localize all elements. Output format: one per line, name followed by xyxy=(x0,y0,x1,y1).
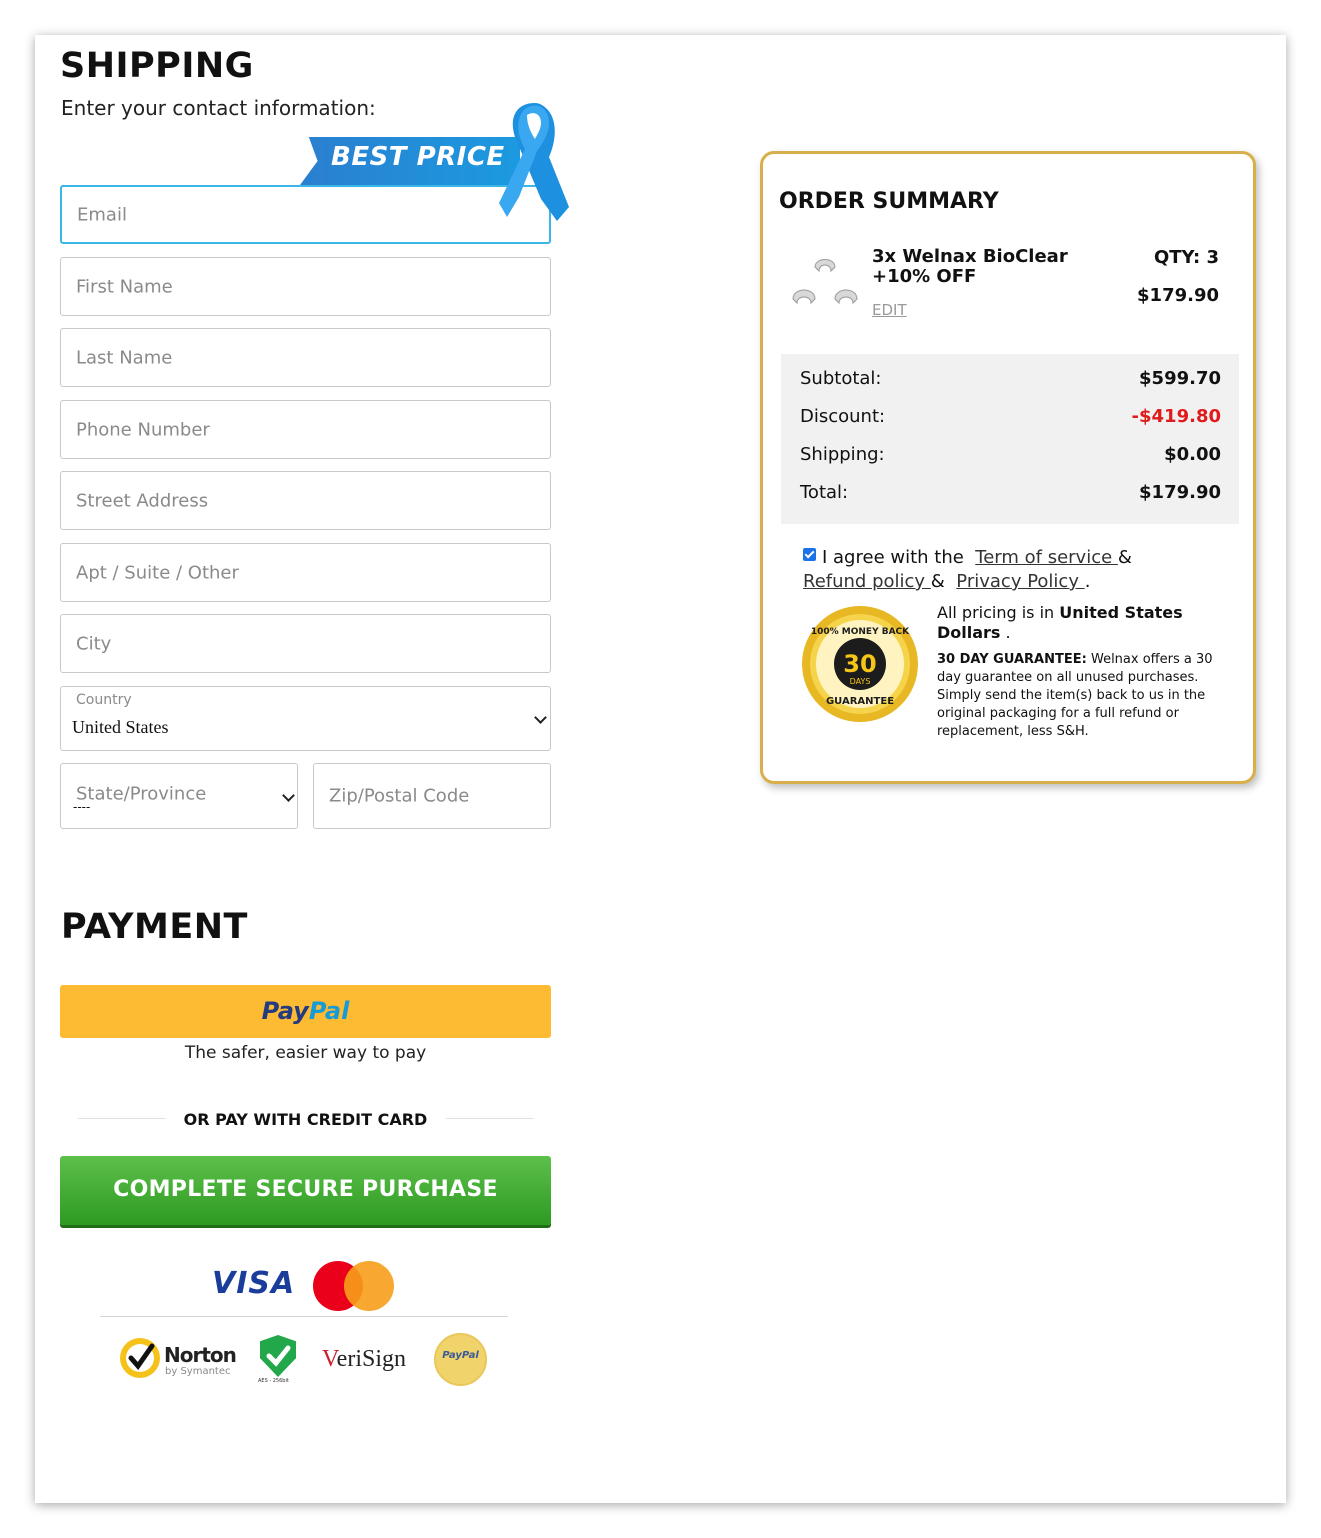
first-name-placeholder: First Name xyxy=(76,276,173,297)
country-label: Country xyxy=(76,692,132,708)
city-placeholder: City xyxy=(76,633,112,654)
zip-placeholder: Zip/Postal Code xyxy=(329,785,470,807)
apt-suite-placeholder: Apt / Suite / Other xyxy=(76,562,239,583)
last-name-field[interactable]: Last Name xyxy=(60,328,551,387)
mastercard-icon xyxy=(344,1261,394,1311)
discount-value: -$419.80 xyxy=(1131,406,1221,427)
phone-field[interactable]: Phone Number xyxy=(60,400,551,459)
credit-card-divider: OR PAY WITH CREDIT CARD xyxy=(183,1110,428,1129)
norton-sub: by Symantec xyxy=(165,1366,231,1377)
total-value: $179.90 xyxy=(1139,482,1221,503)
first-name-field[interactable]: First Name xyxy=(60,257,551,316)
terms-agreement: I agree with the Term of service & Refun… xyxy=(803,547,1132,592)
subtotal-value: $599.70 xyxy=(1139,368,1221,389)
verisign-logo: VeriSign xyxy=(322,1346,406,1372)
shield-caption: AES - 256bit xyxy=(258,1378,289,1384)
subtotal-label: Subtotal: xyxy=(800,368,882,389)
city-field[interactable]: City xyxy=(60,614,551,673)
logos-divider xyxy=(100,1316,508,1317)
money-back-guarantee-seal: 30 DAYS 100% MONEY BACK GUARANTEE xyxy=(802,606,918,722)
order-summary-title: ORDER SUMMARY xyxy=(779,189,999,214)
email-placeholder: Email xyxy=(77,204,127,225)
country-value: United States xyxy=(72,717,169,737)
norton-logo: Norton xyxy=(164,1343,237,1367)
paypal-tagline: The safer, easier way to pay xyxy=(184,1043,427,1063)
awareness-ribbon-icon xyxy=(499,103,569,221)
phone-placeholder: Phone Number xyxy=(76,419,210,440)
svg-text:100% MONEY BACK: 100% MONEY BACK xyxy=(811,627,910,637)
product-name: 3x Welnax BioClear +10% OFF xyxy=(872,246,1068,287)
order-summary-panel: ORDER SUMMARY 3x Welnax BioClear +10% OF… xyxy=(760,151,1256,784)
shipping-subtitle: Enter your contact information: xyxy=(61,96,376,120)
terms-link[interactable]: Term of service xyxy=(975,547,1118,568)
state-placeholder: State/Province xyxy=(76,783,207,805)
refund-policy-link[interactable]: Refund policy xyxy=(803,571,931,592)
product-price: $179.90 xyxy=(1137,285,1219,306)
svg-text:30: 30 xyxy=(843,650,876,678)
payment-title: PAYMENT xyxy=(61,907,248,947)
shipping-value: $0.00 xyxy=(1164,444,1221,465)
privacy-policy-link[interactable]: Privacy Policy xyxy=(956,571,1084,592)
product-qty: QTY: 3 xyxy=(1153,247,1219,268)
total-label: Total: xyxy=(800,482,849,503)
guarantee-note: 30 DAY GUARANTEE: Welnax offers a 30 day… xyxy=(937,652,1213,739)
best-price-label: BEST PRICE xyxy=(331,142,505,172)
pricing-note: All pricing is in United States Dollars … xyxy=(937,603,1183,642)
last-name-placeholder: Last Name xyxy=(76,347,173,368)
complete-purchase-label: COMPLETE SECURE PURCHASE xyxy=(113,1177,498,1202)
visa-logo: VISA xyxy=(212,1266,296,1301)
discount-label: Discount: xyxy=(800,406,886,427)
chevron-down-icon xyxy=(282,789,295,802)
edit-link[interactable]: EDIT xyxy=(872,301,907,319)
apt-suite-field[interactable]: Apt / Suite / Other xyxy=(60,543,551,602)
paypal-logo: PayPal xyxy=(261,997,350,1025)
email-field[interactable]: Email xyxy=(60,185,551,244)
svg-text:GUARANTEE: GUARANTEE xyxy=(826,696,894,707)
svg-text:DAYS: DAYS xyxy=(850,677,871,686)
shipping-label: Shipping: xyxy=(800,444,885,465)
street-address-placeholder: Street Address xyxy=(76,490,209,511)
totals-box: Subtotal: $599.70 Discount: -$419.80 Shi… xyxy=(781,354,1239,524)
street-address-field[interactable]: Street Address xyxy=(60,471,551,530)
norton-check-icon xyxy=(120,1338,160,1378)
state-select[interactable]: State/Province ---- xyxy=(60,763,298,829)
product-image xyxy=(792,259,858,305)
country-select[interactable]: Country United States xyxy=(60,686,551,751)
agree-checkbox[interactable] xyxy=(803,548,816,561)
paypal-verified-seal: PayPal xyxy=(434,1333,487,1386)
zip-field[interactable]: Zip/Postal Code xyxy=(313,763,551,829)
complete-purchase-button[interactable]: COMPLETE SECURE PURCHASE xyxy=(60,1156,551,1225)
state-empty-option: ---- xyxy=(73,800,91,814)
paypal-button[interactable]: PayPal xyxy=(60,985,551,1038)
shipping-title: SHIPPING xyxy=(60,46,254,86)
chevron-down-icon xyxy=(534,711,547,724)
